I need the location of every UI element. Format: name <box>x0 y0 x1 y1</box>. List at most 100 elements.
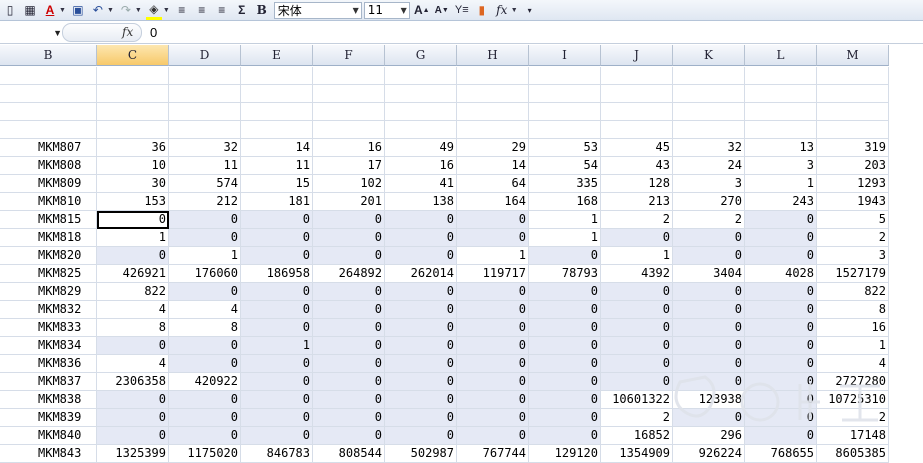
font-color-dropdown-icon[interactable]: ▼ <box>59 7 66 14</box>
empty-cell[interactable] <box>745 85 817 103</box>
data-cell[interactable]: 0 <box>457 301 529 319</box>
data-cell[interactable]: 0 <box>529 337 601 355</box>
filter-icon[interactable]: Y≡ <box>454 2 470 18</box>
data-cell[interactable]: 0 <box>529 373 601 391</box>
data-cell[interactable]: 0 <box>313 283 385 301</box>
increase-font-icon[interactable]: A ▲ <box>414 2 430 18</box>
data-cell[interactable]: 13 <box>745 139 817 157</box>
data-cell[interactable]: 43 <box>601 157 673 175</box>
format-cells-icon[interactable]: ▦ <box>22 2 38 18</box>
font-name-select[interactable]: 宋体 ▼ <box>273 1 362 19</box>
data-cell[interactable]: 0 <box>601 337 673 355</box>
data-cell[interactable]: 1325399 <box>97 445 169 463</box>
row-label-cell[interactable]: MKM833 <box>0 319 97 337</box>
data-cell[interactable]: 1175020 <box>169 445 241 463</box>
data-cell[interactable]: 30 <box>97 175 169 193</box>
column-header-k[interactable]: K <box>673 45 745 66</box>
empty-cell[interactable] <box>817 67 889 85</box>
data-cell[interactable]: 16852 <box>601 427 673 445</box>
data-cell[interactable]: 0 <box>241 391 313 409</box>
empty-cell[interactable] <box>457 85 529 103</box>
empty-cell[interactable] <box>529 103 601 121</box>
data-cell[interactable]: 0 <box>385 319 457 337</box>
data-cell[interactable]: 41 <box>385 175 457 193</box>
data-cell[interactable]: 0 <box>673 229 745 247</box>
data-cell[interactable]: 0 <box>457 337 529 355</box>
data-cell[interactable]: 11 <box>169 157 241 175</box>
data-cell[interactable]: 8 <box>169 319 241 337</box>
decrease-font-icon[interactable]: A ▼ <box>434 2 450 18</box>
data-cell[interactable]: 64 <box>457 175 529 193</box>
data-cell[interactable]: 0 <box>385 211 457 229</box>
data-cell[interactable]: 0 <box>673 301 745 319</box>
data-cell[interactable]: 0 <box>457 391 529 409</box>
data-cell[interactable]: 0 <box>601 355 673 373</box>
data-cell[interactable]: 2 <box>817 409 889 427</box>
chart-icon[interactable]: ▮ <box>474 2 490 18</box>
data-cell[interactable]: 1 <box>817 337 889 355</box>
data-cell[interactable]: 1293 <box>817 175 889 193</box>
data-cell[interactable]: 49 <box>385 139 457 157</box>
empty-cell[interactable] <box>97 67 169 85</box>
data-cell[interactable]: 0 <box>745 373 817 391</box>
empty-cell[interactable] <box>0 121 97 139</box>
data-cell[interactable]: 138 <box>385 193 457 211</box>
data-cell[interactable]: 0 <box>385 337 457 355</box>
data-cell[interactable]: 17148 <box>817 427 889 445</box>
empty-cell[interactable] <box>529 121 601 139</box>
data-cell[interactable]: 4028 <box>745 265 817 283</box>
data-cell[interactable]: 262014 <box>385 265 457 283</box>
data-cell[interactable]: 0 <box>169 391 241 409</box>
data-cell[interactable]: 0 <box>241 283 313 301</box>
formula-input[interactable]: 0 <box>150 25 157 40</box>
name-box-dropdown-icon[interactable]: ▼ <box>53 28 62 38</box>
data-cell[interactable]: 0 <box>673 337 745 355</box>
data-cell[interactable]: 264892 <box>313 265 385 283</box>
data-cell[interactable]: 10 <box>97 157 169 175</box>
data-cell[interactable]: 0 <box>241 373 313 391</box>
data-cell[interactable]: 0 <box>457 409 529 427</box>
data-cell[interactable]: 128 <box>601 175 673 193</box>
empty-cell[interactable] <box>673 67 745 85</box>
sheet-icon[interactable]: ▯ <box>2 2 18 18</box>
data-cell[interactable]: 181 <box>241 193 313 211</box>
data-cell[interactable]: 164 <box>457 193 529 211</box>
empty-cell[interactable] <box>169 121 241 139</box>
data-cell[interactable]: 0 <box>745 427 817 445</box>
data-cell[interactable]: 2727280 <box>817 373 889 391</box>
redo-dropdown-icon[interactable]: ▼ <box>135 7 142 14</box>
data-cell[interactable]: 926224 <box>673 445 745 463</box>
data-cell[interactable]: 0 <box>673 247 745 265</box>
row-label-cell[interactable]: MKM807 <box>0 139 97 157</box>
data-cell[interactable]: 0 <box>457 319 529 337</box>
row-label-cell[interactable]: MKM818 <box>0 229 97 247</box>
data-cell[interactable]: 0 <box>745 301 817 319</box>
data-cell[interactable]: 0 <box>313 229 385 247</box>
column-header-c[interactable]: C <box>97 45 169 66</box>
row-label-cell[interactable]: MKM832 <box>0 301 97 319</box>
data-cell[interactable]: 0 <box>241 355 313 373</box>
empty-cell[interactable] <box>601 67 673 85</box>
data-cell[interactable]: 129120 <box>529 445 601 463</box>
data-cell[interactable]: 78793 <box>529 265 601 283</box>
data-cell[interactable]: 767744 <box>457 445 529 463</box>
data-cell[interactable]: 1943 <box>817 193 889 211</box>
undo-icon[interactable]: ↶ <box>90 2 106 18</box>
data-cell[interactable]: 0 <box>313 319 385 337</box>
row-label-cell[interactable]: MKM834 <box>0 337 97 355</box>
data-cell[interactable]: 0 <box>313 373 385 391</box>
name-box[interactable]: ▼ <box>0 23 62 42</box>
data-cell[interactable]: 176060 <box>169 265 241 283</box>
data-cell[interactable]: 0 <box>169 337 241 355</box>
empty-cell[interactable] <box>385 67 457 85</box>
data-cell[interactable]: 0 <box>97 409 169 427</box>
empty-cell[interactable] <box>313 85 385 103</box>
data-cell[interactable]: 0 <box>241 319 313 337</box>
empty-cell[interactable] <box>97 85 169 103</box>
data-cell[interactable]: 0 <box>601 229 673 247</box>
data-cell[interactable]: 0 <box>241 301 313 319</box>
empty-cell[interactable] <box>241 85 313 103</box>
data-cell[interactable]: 243 <box>745 193 817 211</box>
data-cell[interactable]: 0 <box>529 301 601 319</box>
data-cell[interactable]: 270 <box>673 193 745 211</box>
